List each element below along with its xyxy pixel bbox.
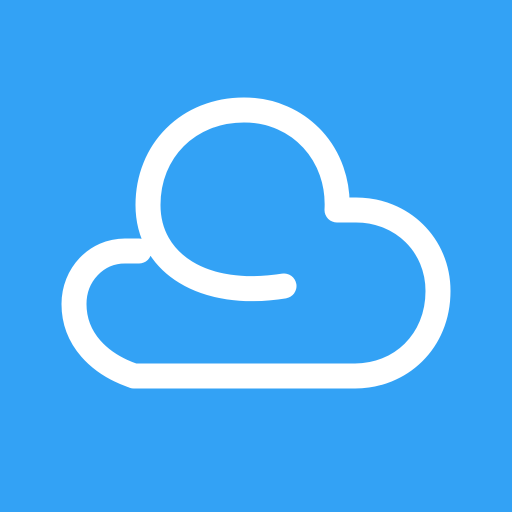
cloud-icon — [0, 0, 512, 512]
app-icon — [0, 0, 512, 512]
